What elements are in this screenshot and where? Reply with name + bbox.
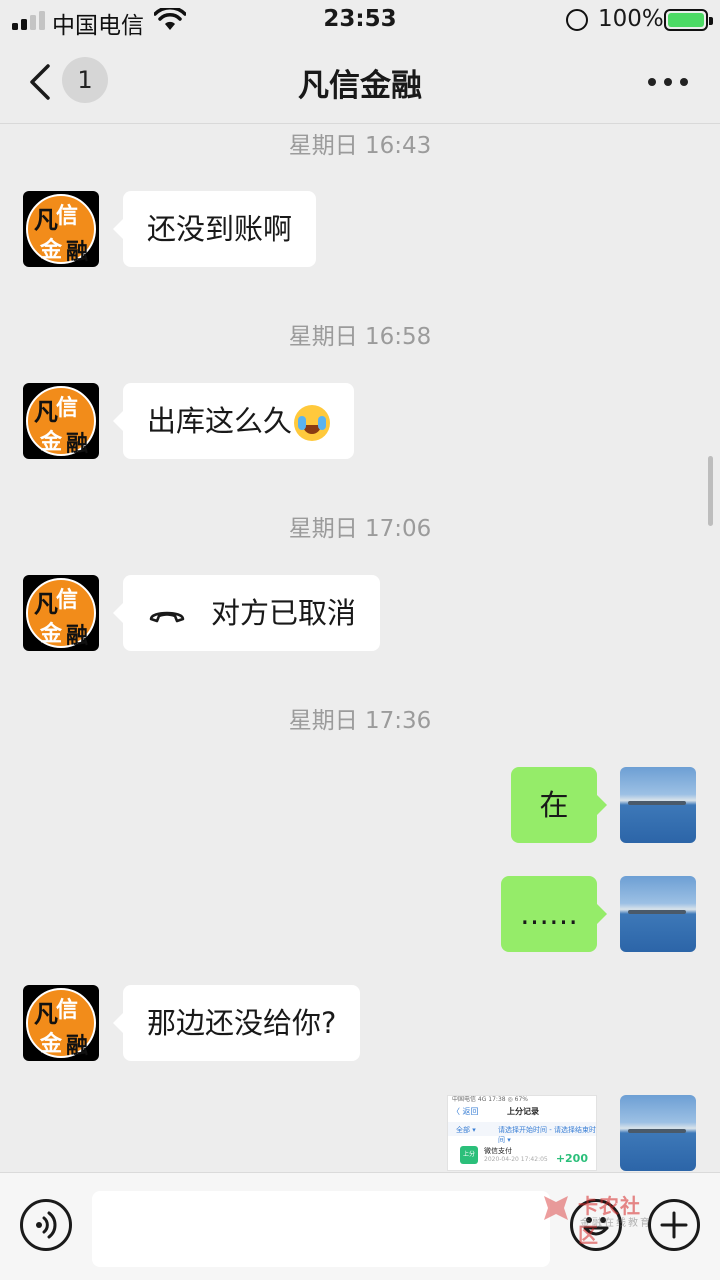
chat-title: 凡信金融 [298,68,422,104]
voice-input-button[interactable] [20,1199,72,1251]
voice-wave-icon [36,1211,57,1239]
contact-avatar[interactable]: 凡信金融 [23,191,99,267]
message-timestamp: 星期日 17:06 [288,516,432,542]
thumb-row-title: 微信支付 [484,1147,512,1155]
watermark: 卡农社区 金融在线教育 [540,1190,660,1247]
chat-header: 1 凡信金融 [0,40,720,124]
message-timestamp: 星期日 16:58 [288,324,432,350]
incoming-message-bubble[interactable]: 出库这么久 [112,383,355,459]
contact-avatar[interactable]: 凡信金融 [23,383,99,459]
incoming-message-bubble[interactable]: 还没到账啊 [112,191,317,267]
message-timestamp: 星期日 16:43 [288,133,432,159]
battery-icon [664,9,713,31]
scroll-indicator[interactable] [708,456,713,526]
message-text: 出库这么久 [147,404,293,438]
message-input[interactable] [92,1191,550,1267]
thumb-back: 〈 返回 [452,1107,479,1116]
thumb-row-time: 2020-04-20 17:42:05 [484,1156,548,1163]
more-options-icon[interactable] [644,68,692,96]
thumb-row-amount: +200 [555,1152,588,1165]
thumb-record-row: 上分 微信支付 2020-04-20 17:42:05 +200 [456,1144,592,1168]
phone-hangup-icon [149,611,185,623]
contact-avatar[interactable]: 凡信金融 [23,985,99,1061]
message-timestamp: 星期日 17:36 [288,708,432,734]
my-avatar[interactable] [620,1095,696,1171]
thumb-row-icon: 上分 [460,1146,478,1164]
outgoing-message-bubble[interactable]: 在 [511,767,607,843]
watermark-subtitle: 金融在线教育 [580,1218,652,1229]
watermark-logo-icon [544,1196,568,1220]
image-message-thumbnail[interactable]: 中国电信 4G 17:38 ◎ 67% 上分记录 〈 返回 全部 ▾ 请选择开始… [447,1095,597,1171]
crying-laughing-emoji-icon [294,405,331,441]
thumb-status-text: 中国电信 4G 17:38 ◎ 67% [452,1096,528,1103]
battery-percent: 100% [598,6,664,32]
my-avatar[interactable] [620,767,696,843]
outgoing-message-bubble[interactable]: …… [501,876,607,952]
status-bar: 中国电信 23:53 100% [0,0,720,40]
call-record-bubble[interactable]: 对方已取消 [112,575,381,651]
thumb-filter-all: 全部 ▾ [456,1126,476,1134]
call-status-text: 对方已取消 [211,596,357,630]
thumb-filter-time: 请选择开始时间 - 请选择结束时间 ▾ [498,1126,596,1144]
incoming-message-bubble[interactable]: 那边还没给你? [112,985,361,1061]
rotation-lock-icon [566,9,588,31]
contact-avatar[interactable]: 凡信金融 [23,575,99,651]
my-avatar[interactable] [620,876,696,952]
